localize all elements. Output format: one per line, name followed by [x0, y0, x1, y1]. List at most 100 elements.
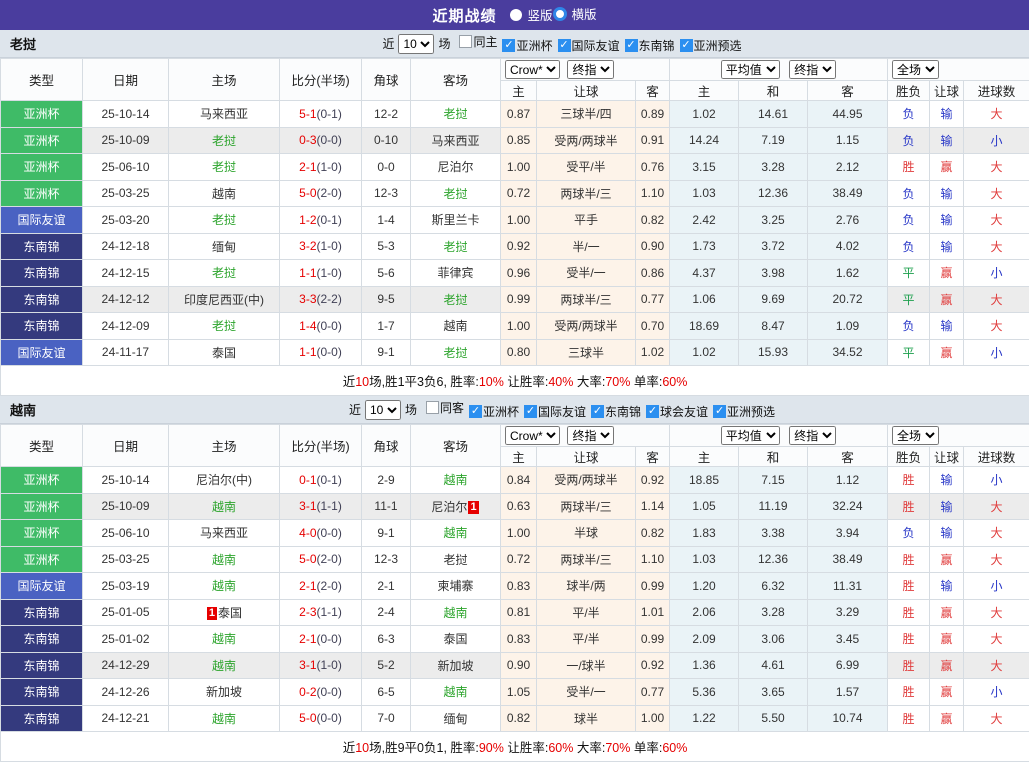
- crow-away-odds: 0.86: [636, 260, 670, 287]
- corners-cell: 5-2: [362, 652, 411, 679]
- crow-home-odds: 0.80: [501, 339, 537, 366]
- match-scope-select[interactable]: 全场: [892, 426, 939, 445]
- filter-option[interactable]: ✓球会友谊: [646, 403, 708, 420]
- filter-option[interactable]: ✓东南锦: [625, 37, 675, 54]
- score-cell: 1-1(1-0): [280, 260, 362, 287]
- avg-final-odds-select[interactable]: 终指: [789, 426, 836, 445]
- crow-away-odds: 0.70: [636, 313, 670, 340]
- team-name-text: 越南: [443, 319, 467, 333]
- away-team: 马来西亚: [411, 127, 501, 154]
- radio-icon[interactable]: [510, 9, 522, 21]
- checkbox-icon[interactable]: ✓: [646, 405, 659, 418]
- result-handicap: 赢: [930, 286, 964, 313]
- team-name-text: 越南: [443, 606, 467, 620]
- view-option[interactable]: 竖版: [510, 5, 552, 24]
- halftime-score: (2-0): [317, 552, 342, 566]
- filter-option[interactable]: ✓亚洲杯: [469, 403, 519, 420]
- checkbox-icon[interactable]: ✓: [502, 39, 515, 52]
- crow-final-odds-select[interactable]: 终指: [567, 426, 614, 445]
- result-handicap: 输: [930, 493, 964, 520]
- match-date: 25-03-19: [83, 573, 169, 600]
- vietnam-rows: 亚洲杯25-10-14尼泊尔(中)0-1(0-1)2-9越南0.84受两/两球半…: [1, 467, 1029, 732]
- team-name-text: 泰国: [212, 346, 236, 360]
- halftime-score: (0-0): [317, 345, 342, 359]
- crow-group-header: Crow* 终指: [501, 425, 670, 447]
- filter-option[interactable]: ✓国际友谊: [524, 403, 586, 420]
- laos-filter-controls: 近 10 场 同主✓亚洲杯✓国际友谊✓东南锦✓亚洲预选: [287, 33, 741, 54]
- halftime-score: (0-0): [317, 685, 342, 699]
- filter-option[interactable]: ✓东南锦: [591, 403, 641, 420]
- filter-option[interactable]: 同客: [426, 399, 464, 416]
- avg-draw-odds: 3.65: [739, 679, 808, 706]
- result-handicap: 赢: [930, 705, 964, 732]
- home-team: 马来西亚: [169, 101, 280, 128]
- result-goals: 大: [964, 101, 1029, 128]
- avg-odds-select[interactable]: 平均值: [721, 426, 780, 445]
- result-handicap: 输: [930, 467, 964, 494]
- summary-label: 近: [343, 375, 356, 389]
- recent-count-select[interactable]: 10: [398, 34, 434, 54]
- summary-value: 10%: [479, 375, 504, 389]
- team-name-text: 越南: [212, 553, 236, 567]
- odds-company-select[interactable]: Crow*: [505, 60, 560, 79]
- checkbox-icon[interactable]: ✓: [625, 39, 638, 52]
- checkbox-icon[interactable]: ✓: [680, 39, 693, 52]
- checkbox-icon[interactable]: ✓: [524, 405, 537, 418]
- filter-option[interactable]: ✓亚洲预选: [713, 403, 775, 420]
- match-date: 25-06-10: [83, 520, 169, 547]
- home-team: 尼泊尔(中): [169, 467, 280, 494]
- away-team: 柬埔寨: [411, 573, 501, 600]
- recent-count-select[interactable]: 10: [365, 400, 401, 420]
- corners-cell: 5-6: [362, 260, 411, 287]
- radio-icon[interactable]: [553, 7, 567, 21]
- avg-draw-odds: 12.36: [739, 180, 808, 207]
- summary-value: 60%: [548, 741, 573, 755]
- away-team: 泰国: [411, 626, 501, 653]
- home-team: 越南: [169, 652, 280, 679]
- match-date: 24-12-18: [83, 233, 169, 260]
- filter-option[interactable]: 同主: [459, 33, 497, 50]
- crow-away-odds: 1.10: [636, 546, 670, 573]
- checkbox-icon[interactable]: ✓: [713, 405, 726, 418]
- col-result-goals: 进球数: [964, 447, 1029, 467]
- checkbox-icon[interactable]: [426, 401, 439, 414]
- crow-home-odds: 1.00: [501, 520, 537, 547]
- vietnam-summary: 近10场,胜9平0负1, 胜率:90% 让胜率:60% 大率:70% 单率:60…: [1, 732, 1029, 762]
- avg-home-odds: 1.73: [670, 233, 739, 260]
- filter-option[interactable]: ✓亚洲杯: [502, 37, 552, 54]
- col-result-handicap: 让球: [930, 81, 964, 101]
- competition-badge: 东南锦: [1, 626, 83, 653]
- checkbox-icon[interactable]: ✓: [558, 39, 571, 52]
- score-cell: 4-0(0-0): [280, 520, 362, 547]
- avg-away-odds: 38.49: [808, 180, 888, 207]
- filter-option-label: 东南锦: [605, 403, 641, 420]
- away-team: 老挝: [411, 233, 501, 260]
- col-corners: 角球: [362, 59, 411, 101]
- checkbox-icon[interactable]: ✓: [469, 405, 482, 418]
- filter-option[interactable]: ✓亚洲预选: [680, 37, 742, 54]
- checkbox-icon[interactable]: ✓: [591, 405, 604, 418]
- avg-draw-odds: 3.38: [739, 520, 808, 547]
- vietnam-section-bar: 越南 近 10 场 同客✓亚洲杯✓国际友谊✓东南锦✓球会友谊✓亚洲预选: [0, 396, 1029, 424]
- avg-final-odds-select[interactable]: 终指: [789, 60, 836, 79]
- result-wdl: 负: [888, 180, 930, 207]
- match-scope-select[interactable]: 全场: [892, 60, 939, 79]
- score-cell: 2-1(2-0): [280, 573, 362, 600]
- odds-company-select[interactable]: Crow*: [505, 426, 560, 445]
- avg-away-odds: 3.29: [808, 599, 888, 626]
- avg-odds-select[interactable]: 平均值: [721, 60, 780, 79]
- handicap-line: 平/半: [537, 599, 636, 626]
- checkbox-icon[interactable]: [459, 35, 472, 48]
- crow-final-odds-select[interactable]: 终指: [567, 60, 614, 79]
- corners-cell: 9-1: [362, 520, 411, 547]
- crow-home-odds: 0.72: [501, 546, 537, 573]
- away-team: 老挝: [411, 546, 501, 573]
- away-team: 尼泊尔1: [411, 493, 501, 520]
- crow-away-odds: 0.82: [636, 520, 670, 547]
- view-option[interactable]: 横版: [553, 4, 597, 23]
- result-goals: 大: [964, 180, 1029, 207]
- filter-option[interactable]: ✓国际友谊: [558, 37, 620, 54]
- laos-rows: 亚洲杯25-10-14马来西亚5-1(0-1)12-2老挝0.87三球半/四0.…: [1, 101, 1029, 366]
- team-name-text: 马来西亚: [431, 134, 479, 148]
- match-row: 国际友谊25-03-19越南2-1(2-0)2-1柬埔寨0.83球半/两0.99…: [1, 573, 1029, 600]
